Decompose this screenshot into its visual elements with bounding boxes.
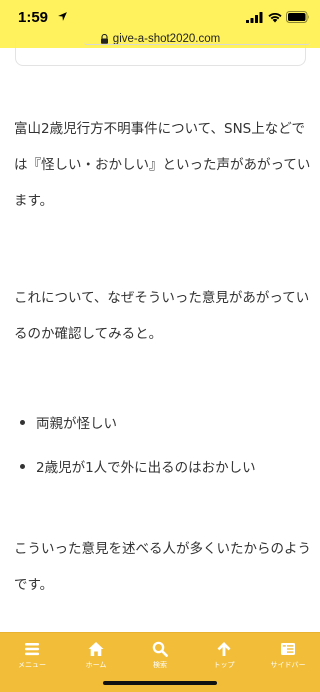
paragraph-line: は『怪しい・おかしい』といった声があがってい <box>14 157 311 173</box>
menu-icon <box>25 643 39 656</box>
nav-menu-button[interactable]: メニュー <box>0 641 64 670</box>
list-item-text: 両親が怪しい <box>36 416 117 432</box>
paragraph-line: るのか確認してみると。 <box>14 326 163 342</box>
paragraph-3: こういった意見を述べる人が多くいたからのよう です。 <box>14 531 314 603</box>
nav-label: メニュー <box>18 661 46 669</box>
bullet-dot <box>20 419 25 425</box>
nav-label: サイドバー <box>270 661 306 669</box>
previous-content-box <box>15 40 310 66</box>
sidebar-icon <box>281 643 295 655</box>
nav-label: ホーム <box>85 661 107 669</box>
list-item: 2歳児が1人で外に出るのはおかしい <box>20 456 256 476</box>
nav-search-button[interactable]: 検索 <box>128 641 192 670</box>
nav-label: トップ <box>213 661 235 669</box>
wifi-icon <box>268 12 282 23</box>
list-item-text: 2歳児が1人で外に出るのはおかしい <box>36 460 256 476</box>
clock-time: 1:59 <box>18 9 49 26</box>
home-icon <box>88 642 104 656</box>
home-indicator[interactable] <box>103 681 217 685</box>
nav-top-button[interactable]: トップ <box>192 641 256 670</box>
cellular-signal-icon <box>246 12 263 23</box>
battery-icon <box>286 11 309 23</box>
bullet-dot <box>20 463 25 469</box>
divider <box>84 42 310 45</box>
nav-label: 検索 <box>153 661 167 669</box>
paragraph-line: 富山2歳児行方不明事件について、SNS上などで <box>14 121 305 137</box>
paragraph-line: ます。 <box>14 193 54 209</box>
paragraph-2: これについて、なぜそういった意見があがってい るのか確認してみると。 <box>14 280 314 352</box>
paragraph-line: こういった意見を述べる人が多くいたからのよう <box>14 541 311 557</box>
nav-sidebar-button[interactable]: サイドバー <box>256 641 320 670</box>
paragraph-line: です。 <box>14 577 54 593</box>
list-item: 両親が怪しい <box>20 412 117 432</box>
paragraph-1: 富山2歳児行方不明事件について、SNS上などで は『怪しい・おかしい』といった声… <box>14 111 314 219</box>
location-arrow-icon <box>58 12 67 21</box>
arrow-up-icon <box>217 642 231 656</box>
search-icon <box>152 641 168 657</box>
nav-home-button[interactable]: ホーム <box>64 641 128 670</box>
paragraph-line: これについて、なぜそういった意見があがってい <box>14 290 310 306</box>
